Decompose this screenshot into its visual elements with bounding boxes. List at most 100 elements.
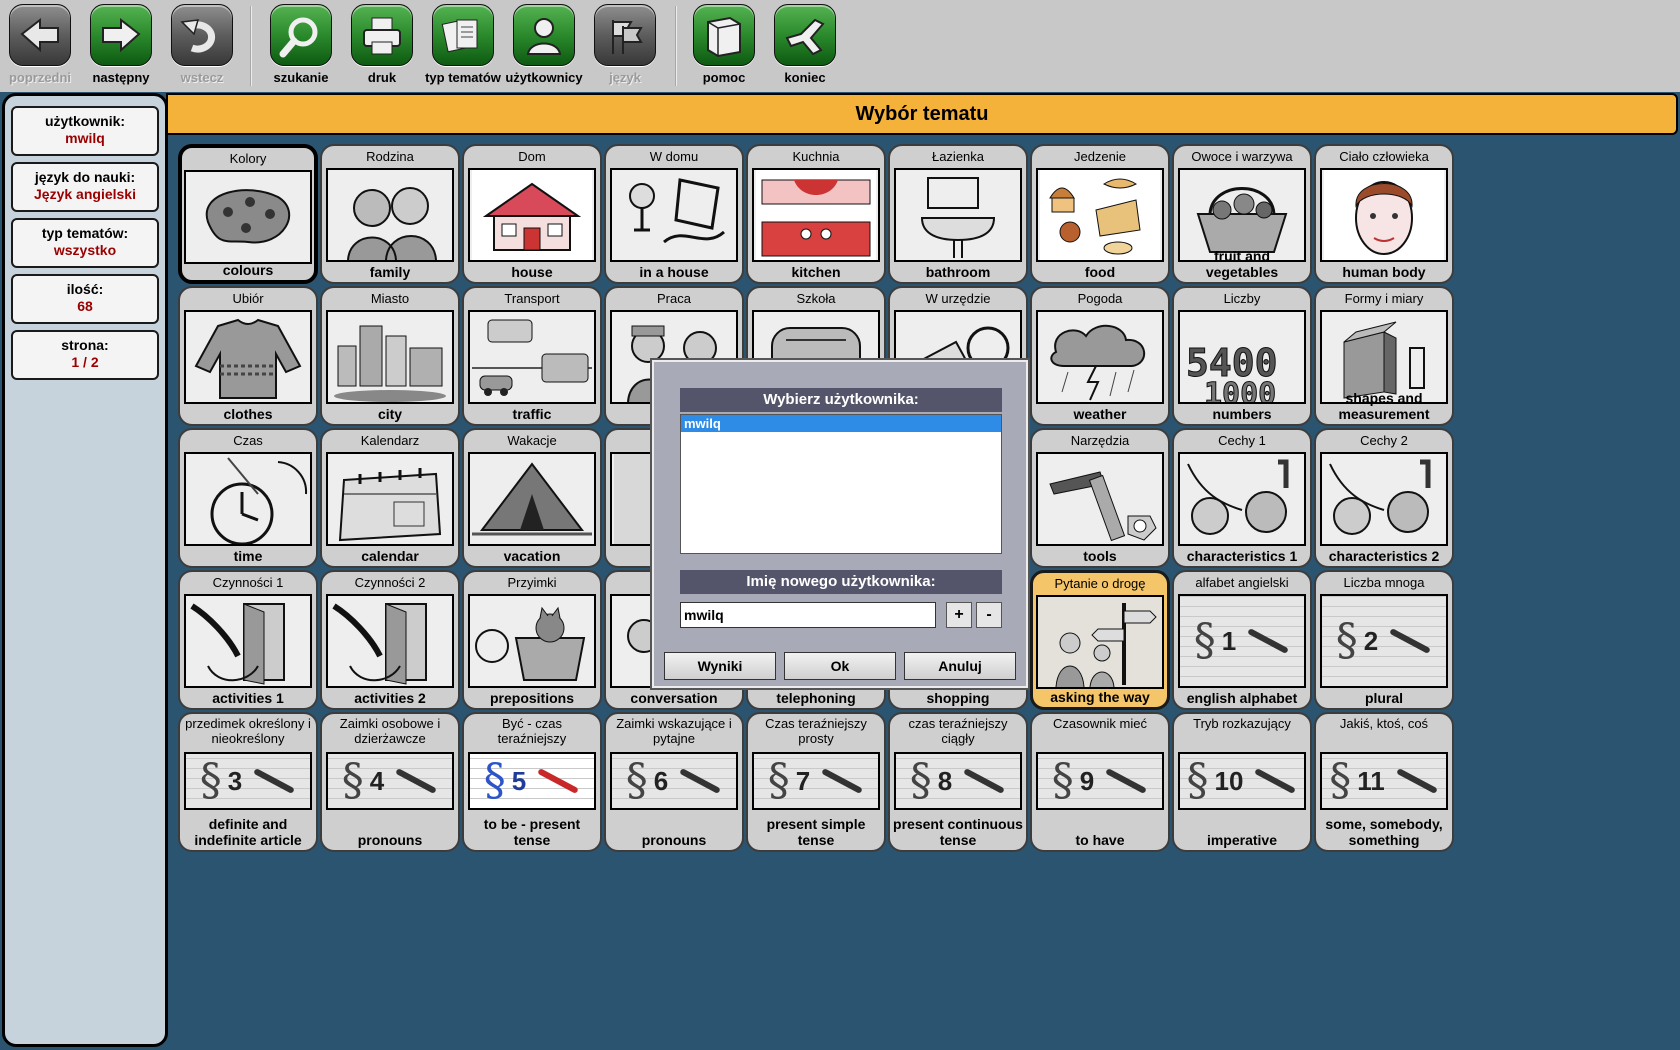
users-label: użytkownicy	[505, 70, 583, 85]
search-button[interactable]: szukanie	[261, 3, 341, 89]
topic-card[interactable]: Kuchnia kitchen	[746, 144, 886, 284]
topic-card[interactable]: Tryb rozkazujący § 10 imperative	[1172, 712, 1312, 852]
topic-card[interactable]: Pogoda weather	[1030, 286, 1170, 426]
topic-title-en: present simple tense	[766, 816, 866, 848]
topic-title-en: activities 2	[354, 690, 426, 706]
topic-title-en: telephoning	[776, 690, 856, 706]
topic-card[interactable]: Ubiór clothes	[178, 286, 318, 426]
topic-card[interactable]: Transport traffic	[462, 286, 602, 426]
cloud-icon	[1038, 312, 1162, 402]
previous-button[interactable]: poprzedni	[0, 3, 80, 89]
topic-card[interactable]: Czynności 1 activities 1	[178, 570, 318, 710]
topic-card[interactable]: Liczby 5400 1000 numbers	[1172, 286, 1312, 426]
next-button[interactable]: następny	[81, 3, 161, 89]
lesson-number: 8	[937, 765, 953, 796]
topic-card[interactable]: Rodzina family	[320, 144, 460, 284]
topic-title-en: family	[369, 264, 411, 280]
topic-card[interactable]: Czas teraźniejszy prosty § 7 present simple…	[746, 712, 886, 852]
back-button[interactable]: wstecz	[162, 3, 242, 89]
topic-title-en: pronouns	[641, 832, 707, 848]
user-list-item[interactable]: mwilq	[681, 415, 1001, 432]
topic-card[interactable]: Czynności 2 activities 2	[320, 570, 460, 710]
topic-card[interactable]: Jakiś, ktoś, coś § 11 some, somebody, somet…	[1314, 712, 1454, 852]
user-info-label: użytkownik:	[44, 113, 126, 129]
topic-card[interactable]: Pytanie o drogę asking the way	[1030, 570, 1170, 710]
cancel-button[interactable]: Anuluj	[904, 652, 1016, 680]
count-info-box: ilość: 68	[11, 274, 159, 324]
topic-card[interactable]: Czas time	[178, 428, 318, 568]
topic-card[interactable]: Miasto city	[320, 286, 460, 426]
topic-picture: § 5	[468, 752, 596, 810]
topic-title-pl: Cechy 2	[1360, 433, 1408, 448]
topic-card[interactable]: Być - czas teraźniejszy § 5 to be - present…	[462, 712, 602, 852]
print-button[interactable]: druk	[342, 3, 422, 89]
grammar-icon: § 10	[1180, 754, 1304, 808]
user-list[interactable]: mwilq	[680, 414, 1002, 554]
topic-picture	[326, 452, 454, 546]
hammer-icon	[1038, 454, 1162, 544]
sidebar: użytkownik: mwilq język do nauki: Język …	[2, 93, 168, 1047]
user-info-box: użytkownik: mwilq	[11, 106, 159, 156]
topic-card[interactable]: alfabet angielski § 1 english alphabet	[1172, 570, 1312, 710]
topic-title-en: food	[1084, 264, 1116, 280]
topic-picture	[1320, 452, 1448, 546]
topic-card[interactable]: przedimek określony i nieokreślony § 3 defi…	[178, 712, 318, 852]
grammar-icon: § 9	[1038, 754, 1162, 808]
house-icon	[470, 170, 594, 260]
results-button[interactable]: Wyniki	[664, 652, 776, 680]
topic-title-pl: Jedzenie	[1073, 149, 1127, 164]
topic-title-pl: Wakacje	[507, 433, 557, 448]
arrow-right-icon	[90, 4, 152, 66]
topic-card[interactable]: W domu in a house	[604, 144, 744, 284]
help-button[interactable]: pomoc	[684, 3, 764, 89]
new-user-input[interactable]	[680, 602, 936, 628]
topic-picture	[468, 310, 596, 404]
topic-title-pl: alfabet angielski	[1195, 575, 1289, 590]
topic-title-pl: Cechy 1	[1218, 433, 1266, 448]
topic-picture	[326, 594, 454, 688]
topic-card[interactable]: Formy i miary shapes and measurement	[1314, 286, 1454, 426]
topic-title-pl: Przyimki	[507, 575, 557, 590]
grammar-icon: § 8	[896, 754, 1020, 808]
topic-card[interactable]: Liczba mnoga § 2 plural	[1314, 570, 1454, 710]
face-icon	[1322, 170, 1446, 260]
search-label: szukanie	[273, 70, 329, 85]
page-info-value: 1 / 2	[71, 354, 99, 370]
count-info-label: ilość:	[66, 281, 104, 297]
dialog-title: Wybierz użytkownika:	[680, 388, 1002, 412]
topic-card[interactable]: czas teraźniejszy ciągły § 8 present contin…	[888, 712, 1028, 852]
pen-icon	[395, 768, 438, 794]
topic-title-pl: Transport	[504, 291, 560, 306]
topic-type-button[interactable]: typ tematów	[423, 3, 503, 89]
topic-picture: § 2	[1320, 594, 1448, 688]
remove-user-button[interactable]: -	[976, 602, 1002, 628]
topic-card[interactable]: Ciało człowieka human body	[1314, 144, 1454, 284]
language-button[interactable]: język	[585, 3, 665, 89]
topic-card[interactable]: Narzędzia tools	[1030, 428, 1170, 568]
topic-card[interactable]: Jedzenie food	[1030, 144, 1170, 284]
topic-card[interactable]: Czasownik mieć § 9 to have	[1030, 712, 1170, 852]
topic-card[interactable]: Cechy 1 characteristics 1	[1172, 428, 1312, 568]
topic-title-en: kitchen	[791, 264, 841, 280]
topic-card[interactable]: Zaimki wskazujące i pytajne § 6 pronouns	[604, 712, 744, 852]
topic-picture	[326, 168, 454, 262]
food-icon	[1038, 170, 1162, 260]
topic-title-pl: Być - czas teraźniejszy	[497, 716, 567, 746]
topic-card[interactable]: Dom house	[462, 144, 602, 284]
door-icon	[328, 596, 452, 686]
exit-button[interactable]: koniec	[765, 3, 845, 89]
topic-card[interactable]: Łazienka bathroom	[888, 144, 1028, 284]
topic-card[interactable]: Wakacje vacation	[462, 428, 602, 568]
users-button[interactable]: użytkownicy	[504, 3, 584, 89]
topic-card[interactable]: Kalendarz calendar	[320, 428, 460, 568]
topic-card[interactable]: Cechy 2 characteristics 2	[1314, 428, 1454, 568]
topic-title-pl: Czynności 1	[212, 575, 284, 590]
topic-card[interactable]: Zaimki osobowe i dzierżawcze § 4 pronouns	[320, 712, 460, 852]
topic-title-pl: W urzędzie	[925, 291, 991, 306]
add-user-button[interactable]: +	[946, 602, 972, 628]
topic-card[interactable]: Owoce i warzywa fruit and vegetables	[1172, 144, 1312, 284]
topic-title-en: city	[377, 406, 403, 422]
ok-button[interactable]: Ok	[784, 652, 896, 680]
topic-card[interactable]: Przyimki prepositions	[462, 570, 602, 710]
topic-card[interactable]: Kolory colours	[178, 144, 318, 284]
